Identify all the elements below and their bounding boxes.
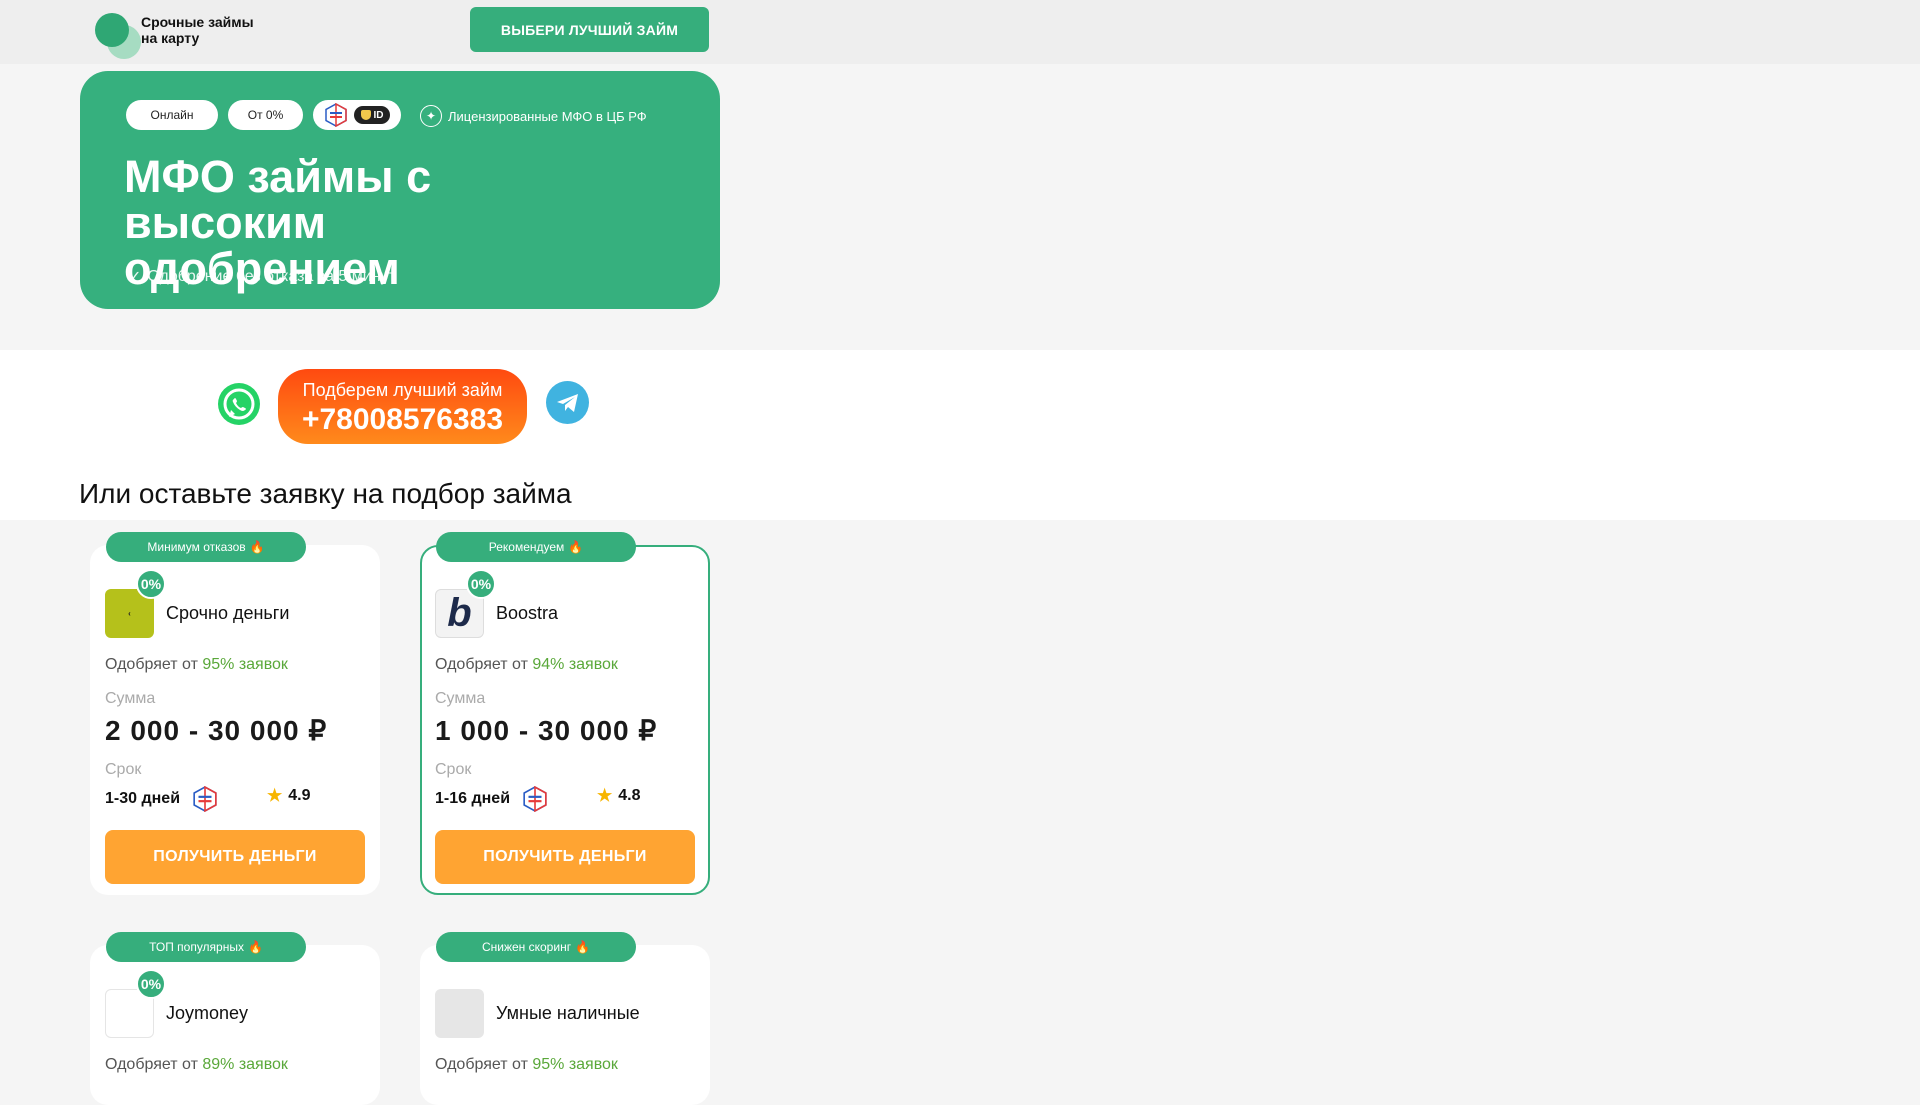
zero-percent-badge: 0% xyxy=(136,569,166,599)
rating: ★ 4.9 xyxy=(267,786,311,806)
approve-rate: Одобряет от 94% заявок xyxy=(435,656,618,674)
logo-text-line1: Срочные займы xyxy=(141,14,254,30)
amount-range: 2 000 - 30 000 ₽ xyxy=(105,715,328,746)
rating: ★ 4.8 xyxy=(597,786,641,806)
approve-prefix: Одобряет от xyxy=(435,656,528,673)
telegram-plane-icon xyxy=(556,393,578,412)
shield-icon xyxy=(360,110,371,120)
offer-name[interactable]: Joymoney xyxy=(166,1003,248,1024)
term-text: 1-30 дней xyxy=(105,790,181,807)
offer-tag-2: Рекомендуем 🔥 xyxy=(436,532,636,562)
license-text: Лицензированные МФО в ЦБ РФ xyxy=(448,108,647,124)
gosuslugi-icon xyxy=(193,786,217,812)
section-title: Или оставьте заявку на подбор займа xyxy=(79,478,572,509)
pill-online: Онлайн xyxy=(126,100,218,130)
fire-icon: 🔥 xyxy=(575,940,591,954)
approve-value: 95% заявок xyxy=(202,656,288,673)
logo-circle-icon xyxy=(95,13,129,47)
offer-name[interactable]: Boostra xyxy=(496,603,558,624)
amount-range: 1 000 - 30 000 ₽ xyxy=(435,715,658,746)
sum-label: Сумма xyxy=(105,690,156,707)
logo-text-line2: на карту xyxy=(141,30,200,46)
hero-subtitle-text: Одобрение без отказа за 5 минут xyxy=(147,268,396,285)
hero-subtitle: ✓ Одобрение без отказа за 5 минут xyxy=(128,267,396,287)
tag-text: ТОП популярных xyxy=(149,940,244,954)
get-money-button[interactable]: ПОЛУЧИТЬ ДЕНЬГИ xyxy=(435,830,695,884)
term-text: 1-16 дней xyxy=(435,790,511,807)
id-badge: ID xyxy=(354,106,390,124)
approve-prefix: Одобряет от xyxy=(105,1056,198,1073)
whatsapp-glyph-icon xyxy=(223,388,255,420)
approve-value: 94% заявок xyxy=(532,656,618,673)
offer-card-1: ‹ 0% Срочно деньги Одобряет от 95% заяво… xyxy=(90,545,380,895)
site-logo[interactable] xyxy=(95,13,145,59)
offer-logo xyxy=(435,989,484,1038)
offer-card-4: Умные наличные Одобряет от 95% заявок xyxy=(420,945,710,1105)
approve-rate: Одобряет от 89% заявок xyxy=(105,1056,288,1074)
term-value: 1-16 дней xyxy=(435,786,548,812)
star-icon: ★ xyxy=(597,786,613,805)
gosuslugi-icon xyxy=(523,786,547,812)
hero-banner: Онлайн От 0% ID ✦ Лицензированные МФО в … xyxy=(80,71,720,309)
id-label: ID xyxy=(373,109,384,121)
zero-percent-badge: 0% xyxy=(136,969,166,999)
approve-value: 89% заявок xyxy=(202,1056,288,1073)
eagle-icon: ✦ xyxy=(420,105,442,127)
star-icon: ★ xyxy=(267,786,283,805)
approve-prefix: Одобряет от xyxy=(105,656,198,673)
logo-text[interactable]: Срочные займы на карту xyxy=(141,14,254,46)
telegram-icon[interactable] xyxy=(546,381,589,424)
pill-gosuslugi-id: ID xyxy=(313,100,401,130)
tag-text: Снижен скоринг xyxy=(481,940,572,954)
sum-label: Сумма xyxy=(435,690,486,707)
approve-rate: Одобряет от 95% заявок xyxy=(435,1056,618,1074)
approve-prefix: Одобряет от xyxy=(435,1056,528,1073)
gosuslugi-icon xyxy=(325,103,347,127)
phone-caption: Подберем лучший займ xyxy=(302,380,503,400)
offer-card-3: 0% Joymoney Одобряет от 89% заявок xyxy=(90,945,380,1105)
offer-name[interactable]: Умные наличные xyxy=(496,1003,640,1024)
header: Срочные займы на карту ВЫБЕРИ ЛУЧШИЙ ЗАЙ… xyxy=(0,0,1920,64)
license-info: ✦ Лицензированные МФО в ЦБ РФ xyxy=(420,105,647,127)
offer-tag-3: ТОП популярных 🔥 xyxy=(106,932,306,962)
phone-number: +78008576383 xyxy=(301,403,504,436)
offer-tag-1: Минимум отказов 🔥 xyxy=(106,532,306,562)
pill-from-zero: От 0% xyxy=(228,100,303,130)
rating-value: 4.8 xyxy=(618,787,641,804)
offer-name[interactable]: Срочно деньги xyxy=(166,603,289,624)
choose-best-loan-button[interactable]: ВЫБЕРИ ЛУЧШИЙ ЗАЙМ xyxy=(470,7,709,52)
term-label: Срок xyxy=(105,761,142,778)
term-label: Срок xyxy=(435,761,472,778)
offer-card-2: b 0% Boostra Одобряет от 94% заявок Сумм… xyxy=(420,545,710,895)
fire-icon: 🔥 xyxy=(247,940,263,954)
phone-callback-button[interactable]: Подберем лучший займ +78008576383 xyxy=(278,369,527,444)
tag-text: Минимум отказов xyxy=(147,540,246,554)
get-money-button[interactable]: ПОЛУЧИТЬ ДЕНЬГИ xyxy=(105,830,365,884)
fire-icon: 🔥 xyxy=(249,540,265,554)
approve-rate: Одобряет от 95% заявок xyxy=(105,656,288,674)
approve-value: 95% заявок xyxy=(532,1056,618,1073)
fire-icon: 🔥 xyxy=(568,540,584,554)
term-value: 1-30 дней xyxy=(105,786,218,812)
tag-text: Рекомендуем xyxy=(488,540,565,554)
zero-percent-badge: 0% xyxy=(466,569,496,599)
offer-tag-4: Снижен скоринг 🔥 xyxy=(436,932,636,962)
check-icon: ✓ xyxy=(128,269,142,286)
rating-value: 4.9 xyxy=(288,787,311,804)
whatsapp-icon[interactable] xyxy=(218,383,260,425)
